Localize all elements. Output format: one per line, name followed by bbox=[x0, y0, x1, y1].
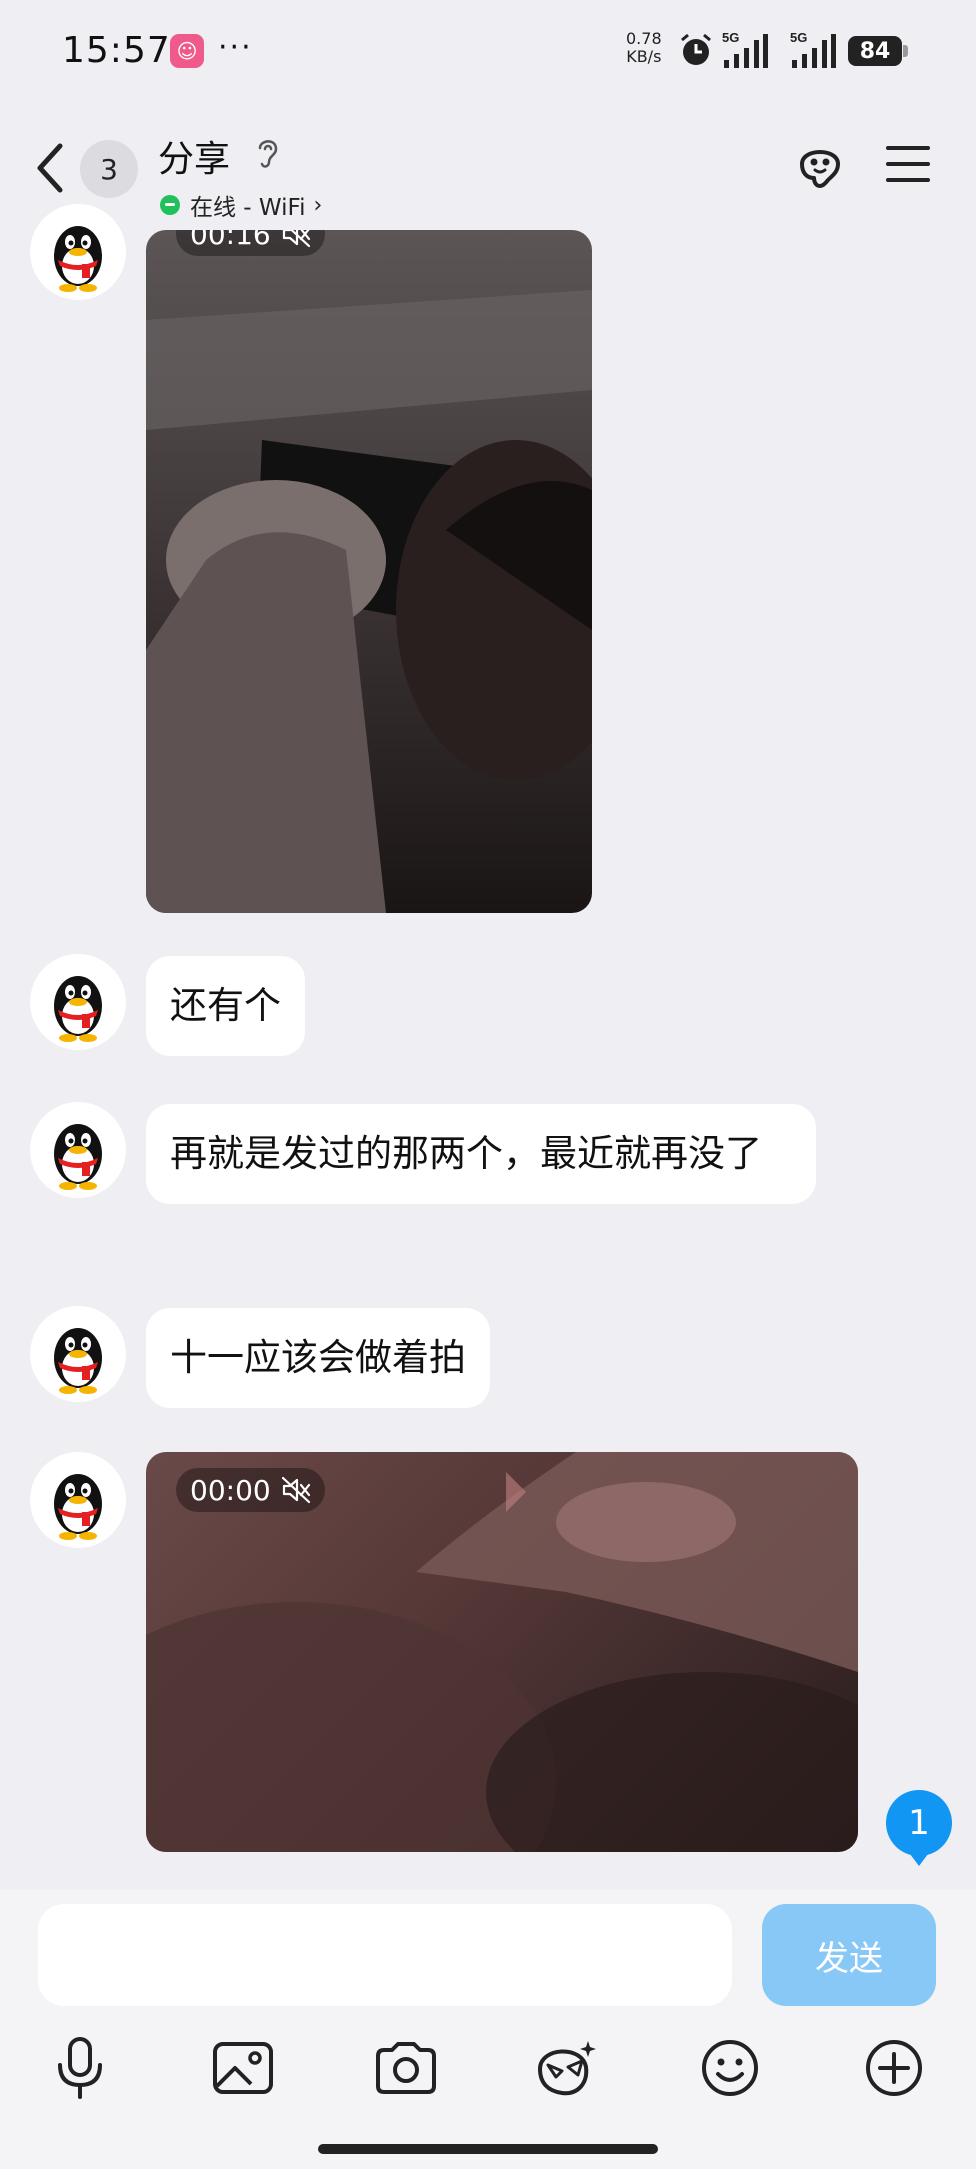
video-thumbnail bbox=[146, 290, 592, 913]
mute-icon bbox=[282, 230, 310, 248]
avatar[interactable] bbox=[30, 1452, 126, 1548]
notification-app-icon: ☺ bbox=[170, 34, 204, 68]
chat-header: 3 分享 在线 - WiFi › bbox=[0, 100, 976, 230]
online-status-text: 在线 - WiFi bbox=[190, 195, 306, 221]
video-message[interactable]: 00:00 bbox=[146, 1452, 858, 1852]
network-speed: 0.78 KB/s bbox=[626, 30, 662, 66]
image-icon[interactable] bbox=[203, 2028, 283, 2108]
more-notifications-icon: ··· bbox=[218, 30, 253, 65]
input-toolbar bbox=[0, 2028, 976, 2118]
online-status[interactable]: 在线 - WiFi › bbox=[160, 188, 322, 222]
mute-icon bbox=[281, 1476, 310, 1504]
plus-icon[interactable] bbox=[854, 2028, 934, 2108]
menu-icon[interactable] bbox=[884, 144, 932, 184]
battery-indicator: 84 bbox=[848, 36, 908, 66]
message-bubble[interactable]: 十一应该会做着拍 bbox=[146, 1308, 490, 1408]
video-duration: 00:00 bbox=[176, 1468, 325, 1512]
home-indicator[interactable] bbox=[318, 2144, 658, 2154]
signal-5g-icon-1: 5G bbox=[722, 30, 768, 68]
status-bar: 15:57 ☺ ··· 0.78 KB/s 5G 5G 84 bbox=[0, 0, 976, 100]
network-speed-value: 0.78 bbox=[626, 29, 662, 48]
emoji-icon[interactable] bbox=[690, 2028, 770, 2108]
penguin-avatar-icon bbox=[54, 1474, 102, 1540]
video-duration: 00:16 bbox=[176, 230, 325, 256]
online-status-icon bbox=[160, 195, 180, 215]
unread-count-badge[interactable]: 3 bbox=[80, 140, 138, 198]
penguin-avatar-icon bbox=[54, 1328, 102, 1394]
microphone-icon[interactable] bbox=[40, 2028, 120, 2108]
alarm-icon bbox=[681, 33, 711, 65]
avatar[interactable] bbox=[30, 1306, 126, 1402]
video-message[interactable]: 00:16 bbox=[146, 230, 592, 913]
avatar[interactable] bbox=[30, 1102, 126, 1198]
ear-icon bbox=[258, 140, 278, 168]
avatar[interactable] bbox=[30, 954, 126, 1050]
avatar[interactable] bbox=[30, 204, 126, 300]
signal1-label: 5G bbox=[722, 30, 739, 45]
message-input[interactable] bbox=[38, 1904, 732, 2006]
message-bubble[interactable]: 还有个 bbox=[146, 956, 305, 1056]
chat-title[interactable]: 分享 bbox=[158, 130, 230, 182]
network-speed-unit: KB/s bbox=[626, 47, 662, 66]
input-bar: 发送 bbox=[0, 1890, 976, 2169]
presence-chevron-icon: › bbox=[313, 192, 323, 218]
penguin-avatar-icon bbox=[54, 976, 102, 1042]
ghost-face-icon[interactable] bbox=[792, 136, 848, 192]
send-button[interactable]: 发送 bbox=[762, 1904, 936, 2006]
signal2-label: 5G bbox=[790, 30, 807, 45]
message-bubble[interactable]: 再就是发过的那两个，最近就再没了 bbox=[146, 1104, 816, 1204]
video-thumbnail bbox=[146, 1452, 858, 1852]
sticker-icon[interactable] bbox=[527, 2028, 607, 2108]
new-message-badge[interactable]: 1 bbox=[886, 1790, 952, 1866]
signal-5g-icon-2: 5G bbox=[790, 30, 836, 68]
status-time: 15:57 bbox=[62, 30, 171, 71]
video-duration-text: 00:16 bbox=[190, 230, 271, 251]
camera-icon[interactable] bbox=[366, 2028, 446, 2108]
back-chevron-icon[interactable] bbox=[30, 138, 70, 198]
video-duration-text: 00:00 bbox=[190, 1473, 271, 1507]
penguin-avatar-icon bbox=[54, 226, 102, 292]
penguin-avatar-icon bbox=[54, 1124, 102, 1190]
